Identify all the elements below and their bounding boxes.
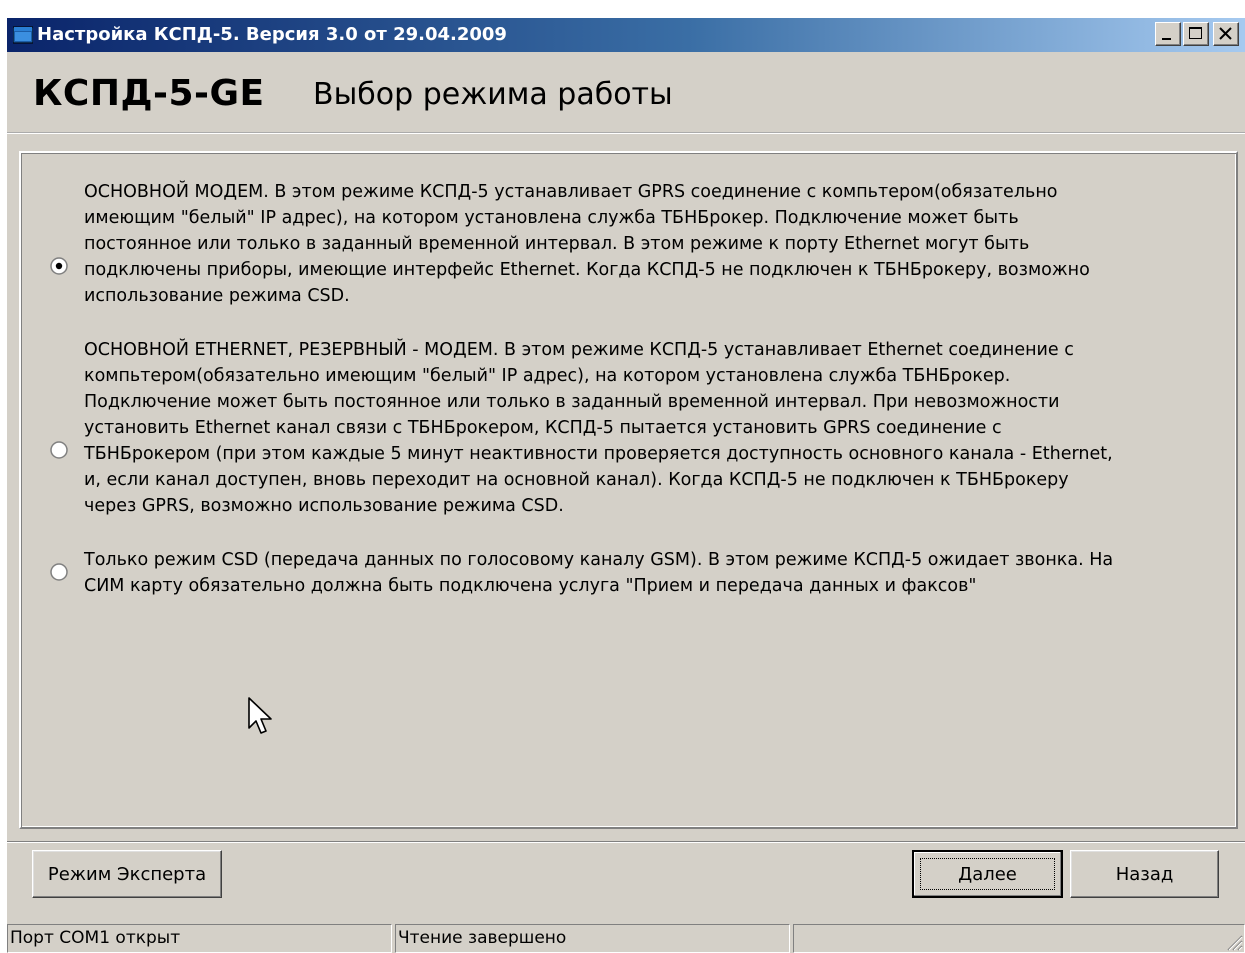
expert-mode-button[interactable]: Режим Эксперта xyxy=(32,850,222,898)
status-port: Порт COM1 открыт xyxy=(7,924,392,953)
mode-option-text: ОСНОВНОЙ ETHERNET, РЕЗЕРВНЫЙ - МОДЕМ. В … xyxy=(84,340,1113,516)
app-window-icon xyxy=(12,26,34,44)
page-header: КСПД-5-GE Выбор режима работы xyxy=(7,52,1245,134)
title-bar[interactable]: Настройка КСПД-5. Версия 3.0 от 29.04.20… xyxy=(7,18,1245,52)
maximize-button[interactable] xyxy=(1183,22,1209,46)
maximize-icon xyxy=(1189,27,1202,39)
page-title: Выбор режима работы xyxy=(313,77,673,112)
radio-button-checked[interactable] xyxy=(50,257,68,275)
next-button-label: Далее xyxy=(958,863,1017,885)
resize-grip-icon[interactable] xyxy=(1225,933,1243,951)
mode-option-text: ОСНОВНОЙ МОДЕМ. В этом режиме КСПД-5 уст… xyxy=(84,182,1090,306)
status-extra xyxy=(793,924,1245,953)
close-icon xyxy=(1219,27,1232,40)
status-reading: Чтение завершено xyxy=(395,924,790,953)
product-name: КСПД-5-GE xyxy=(33,73,265,114)
back-button[interactable]: Назад xyxy=(1070,850,1219,898)
mouse-cursor-icon xyxy=(248,697,272,734)
close-button[interactable] xyxy=(1213,22,1239,46)
radio-button[interactable] xyxy=(50,563,68,581)
mode-options-panel: ОСНОВНОЙ МОДЕМ. В этом режиме КСПД-5 уст… xyxy=(19,151,1238,829)
app-window: Настройка КСПД-5. Версия 3.0 от 29.04.20… xyxy=(7,18,1245,953)
minimize-icon xyxy=(1162,38,1171,40)
radio-button[interactable] xyxy=(50,441,68,459)
next-button[interactable]: Далее xyxy=(912,850,1063,898)
status-bar: Порт COM1 открыт Чтение завершено xyxy=(7,922,1245,953)
mode-option-text: Только режим CSD (передача данных по гол… xyxy=(84,550,1114,596)
minimize-button[interactable] xyxy=(1155,22,1181,46)
window-title: Настройка КСПД-5. Версия 3.0 от 29.04.20… xyxy=(37,24,507,45)
divider xyxy=(7,841,1245,843)
